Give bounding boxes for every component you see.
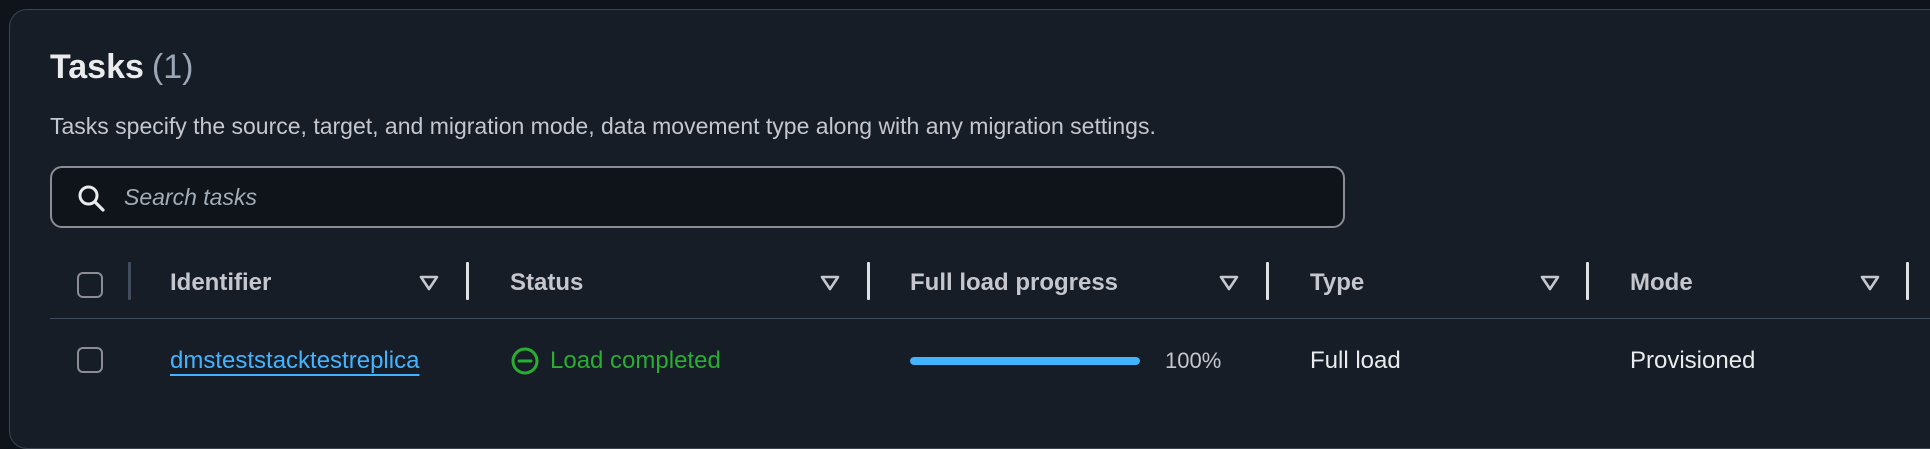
- column-resizer[interactable]: [1586, 262, 1589, 300]
- progress-percent: 100%: [1165, 348, 1222, 373]
- column-header-type[interactable]: Type: [1310, 266, 1364, 300]
- caret-down-icon[interactable]: [1859, 272, 1881, 294]
- title-text: Tasks: [50, 48, 144, 86]
- header-separator: [50, 318, 1930, 319]
- page-title: Tasks (1): [50, 44, 193, 90]
- column-resizer[interactable]: [1906, 262, 1909, 300]
- column-resizer[interactable]: [867, 262, 870, 300]
- caret-down-icon[interactable]: [1539, 272, 1561, 294]
- column-resizer[interactable]: [466, 262, 469, 300]
- progress-bar-fill: [910, 357, 1140, 365]
- task-count: (1): [151, 48, 194, 86]
- task-identifier-link[interactable]: dmsteststacktestreplica: [170, 344, 419, 378]
- row-select-checkbox[interactable]: [77, 347, 103, 373]
- caret-down-icon[interactable]: [418, 272, 440, 294]
- column-header-identifier[interactable]: Identifier: [170, 266, 271, 300]
- progress-bar: [910, 357, 1140, 365]
- caret-down-icon[interactable]: [819, 272, 841, 294]
- task-mode: Provisioned: [1630, 347, 1756, 374]
- tasks-panel: [9, 9, 1930, 449]
- status-text: Load completed: [550, 347, 721, 374]
- caret-down-icon[interactable]: [1218, 272, 1240, 294]
- column-resizer[interactable]: [1266, 262, 1269, 300]
- search-box[interactable]: [50, 166, 1345, 228]
- column-divider: [128, 262, 131, 300]
- column-header-mode[interactable]: Mode: [1630, 266, 1693, 300]
- panel-description: Tasks specify the source, target, and mi…: [50, 113, 1156, 139]
- column-header-status[interactable]: Status: [510, 266, 583, 300]
- select-all-checkbox[interactable]: [77, 272, 103, 298]
- search-icon: [78, 185, 105, 212]
- status-completed-icon: [511, 347, 539, 375]
- search-input[interactable]: [124, 168, 1324, 226]
- column-header-full-load-progress[interactable]: Full load progress: [910, 266, 1118, 300]
- task-type: Full load: [1310, 347, 1401, 374]
